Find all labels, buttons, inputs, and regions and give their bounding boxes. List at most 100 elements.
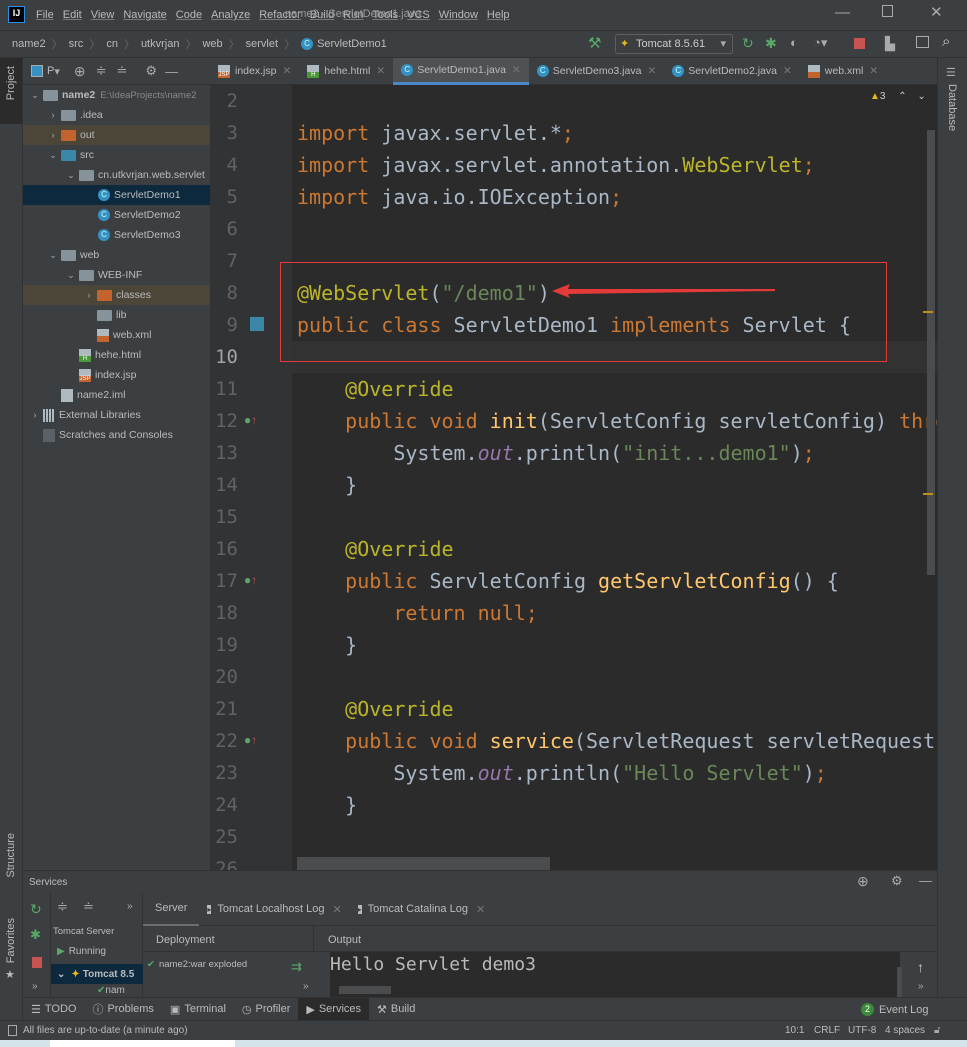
implements-method-icon[interactable]: ●↑ <box>244 573 257 587</box>
code-line[interactable]: import javax.servlet.annotation.WebServl… <box>297 149 815 181</box>
tab-web-xml[interactable]: web.xml ✕ <box>800 58 886 85</box>
menu-file[interactable]: File <box>36 9 54 21</box>
database-tool-button[interactable]: Database <box>946 84 958 131</box>
tree-item-scratches-and-consoles[interactable]: Scratches and Consoles <box>23 425 210 445</box>
tree-item-web[interactable]: ⌄ web <box>23 245 210 265</box>
run-anything-icon[interactable] <box>916 36 929 48</box>
line-separator[interactable]: CRLF <box>814 1025 840 1036</box>
gear-icon[interactable]: ⚙ <box>891 873 903 889</box>
project-structure-icon[interactable]: ▙ <box>885 36 895 52</box>
code-line[interactable]: } <box>297 789 357 821</box>
more-icon[interactable]: » <box>303 981 309 992</box>
tree-item-external-libraries[interactable]: › External Libraries <box>23 405 210 425</box>
code-line[interactable]: } <box>297 629 357 661</box>
close-icon[interactable]: ✕ <box>930 3 943 21</box>
tree-item-cn-utkvrjan-web-servlet[interactable]: ⌄ cn.utkvrjan.web.servlet <box>23 165 210 185</box>
hide-icon[interactable]: — <box>165 64 178 79</box>
rerun-icon[interactable]: ↻ <box>30 901 42 918</box>
file-encoding[interactable]: UTF-8 <box>848 1025 876 1036</box>
tree-item-index-jsp[interactable]: JSP index.jsp <box>23 365 210 385</box>
project-view-select[interactable]: P <box>47 65 54 77</box>
hide-icon[interactable]: — <box>919 873 932 888</box>
close-tab-icon[interactable]: ✕ <box>783 65 792 77</box>
collapse-all-icon[interactable]: ≐ <box>117 63 128 79</box>
tree-item-classes[interactable]: › classes <box>23 285 210 305</box>
breadcrumb-item[interactable]: utkvrjan <box>141 38 180 50</box>
tool-window-services[interactable]: ▶ Services <box>298 997 370 1021</box>
tree-item--idea[interactable]: › .idea <box>23 105 210 125</box>
tree-item-name2-iml[interactable]: name2.iml <box>23 385 210 405</box>
menu-code[interactable]: Code <box>176 9 202 21</box>
scroll-up-icon[interactable]: ↑ <box>917 959 924 975</box>
warnings-indicator[interactable]: ▲3 ⌃ ⌄ <box>870 91 926 102</box>
more-icon[interactable]: » <box>32 981 38 992</box>
tool-window-todo[interactable]: ☰ TODO <box>23 998 84 1021</box>
stop-icon[interactable] <box>854 38 865 49</box>
menu-window[interactable]: Window <box>439 9 478 21</box>
tool-window-terminal[interactable]: ▣ Terminal <box>162 998 234 1021</box>
tab-servletdemo2-java[interactable]: C ServletDemo2.java ✕ <box>664 58 800 85</box>
tree-item-name2[interactable]: ⌄ name2 E:\IdeaProjects\name2 <box>23 85 210 105</box>
code-line[interactable]: System.out.println("Hello Servlet"); <box>297 757 827 789</box>
tab-tomcat-catalina-log[interactable]: ▸ Tomcat Catalina Log ✕ <box>350 893 494 926</box>
tree-item-out[interactable]: › out <box>23 125 210 145</box>
web-servlet-icon[interactable] <box>250 317 264 331</box>
tree-item-src[interactable]: ⌄ src <box>23 145 210 165</box>
services-status-running[interactable]: ▶ Running <box>57 946 106 957</box>
menu-view[interactable]: View <box>91 9 115 21</box>
tab-servletdemo1-java[interactable]: C ServletDemo1.java ✕ <box>393 57 529 85</box>
project-tool-button[interactable]: Project <box>0 58 22 124</box>
vertical-scrollbar[interactable] <box>927 130 935 575</box>
breadcrumb-item[interactable]: src <box>69 38 84 50</box>
rerun-icon[interactable]: ↻ <box>742 35 754 52</box>
indent-setting[interactable]: 4 spaces <box>885 1025 925 1036</box>
structure-tool-button[interactable]: Structure <box>5 833 17 878</box>
tab-hehe-html[interactable]: Hhehe.html ✕ <box>299 58 393 85</box>
implements-method-icon[interactable]: ●↑ <box>244 413 257 427</box>
locate-icon[interactable]: ⊕ <box>74 63 86 80</box>
tree-item-web-inf[interactable]: ⌄ WEB-INF <box>23 265 210 285</box>
lock-icon[interactable]: 🔓︎ <box>934 1025 940 1036</box>
code-line[interactable]: @Override <box>297 373 453 405</box>
code-line[interactable]: import javax.servlet.*; <box>297 117 574 149</box>
tree-item-servletdemo1[interactable]: C ServletDemo1 <box>23 185 210 205</box>
close-tab-icon[interactable]: ✕ <box>512 64 521 76</box>
search-icon[interactable]: ⌕ <box>942 33 950 50</box>
code-line[interactable]: } <box>297 469 357 501</box>
favorites-tool-button[interactable]: Favorites <box>5 918 17 963</box>
code-line[interactable]: System.out.println("init...demo1"); <box>297 437 814 469</box>
output-vscrollbar[interactable] <box>897 967 902 997</box>
tab-servletdemo3-java[interactable]: C ServletDemo3.java ✕ <box>529 58 665 85</box>
stop-icon[interactable] <box>32 957 42 968</box>
tab-tomcat-localhost-log[interactable]: ▸ Tomcat Localhost Log ✕ <box>199 893 349 926</box>
menu-help[interactable]: Help <box>487 9 510 21</box>
code-line[interactable]: public void service(ServletRequest servl… <box>297 725 937 757</box>
tree-item-servletdemo3[interactable]: C ServletDemo3 <box>23 225 210 245</box>
tab-index-jsp[interactable]: JSP index.jsp ✕ <box>210 58 299 85</box>
horizontal-scrollbar[interactable] <box>297 857 550 870</box>
build-hammer-icon[interactable]: ⚒ <box>588 34 601 52</box>
collapse-all-icon[interactable]: ≐ <box>83 899 94 915</box>
breadcrumb-item[interactable]: name2 <box>12 38 46 50</box>
coverage-icon[interactable]: ◐ <box>790 35 798 50</box>
tree-item-web-xml[interactable]: web.xml <box>23 325 210 345</box>
minimize-icon[interactable]: — <box>835 4 850 21</box>
more-icon[interactable]: » <box>918 981 924 992</box>
breadcrumb-item[interactable]: ServletDemo1 <box>317 38 387 50</box>
code-line[interactable]: @Override <box>297 533 453 565</box>
code-line[interactable]: public ServletConfig getServletConfig() … <box>297 565 839 597</box>
implements-method-icon[interactable]: ●↑ <box>244 733 257 747</box>
close-tab-icon[interactable]: ✕ <box>282 65 291 77</box>
deploy-icon[interactable]: ⇉ <box>291 959 302 975</box>
menu-edit[interactable]: Edit <box>63 9 82 21</box>
run-configuration-select[interactable]: ✦ Tomcat 8.5.61 ▾ <box>615 34 733 54</box>
code-line[interactable]: import java.io.IOException; <box>297 181 622 213</box>
services-group-tomcat[interactable]: Tomcat Server <box>53 926 114 937</box>
services-item-tomcat[interactable]: ⌄ ✦ Tomcat 8.5 <box>51 964 143 984</box>
event-log-button[interactable]: 2 Event Log <box>853 998 937 1021</box>
breadcrumb-item[interactable]: web <box>202 38 222 50</box>
code-line[interactable]: @Override <box>297 693 453 725</box>
deployment-item[interactable]: ✔ name2:war exploded <box>147 959 247 970</box>
breadcrumb-item[interactable]: cn <box>106 38 118 50</box>
services-item-artifact[interactable]: ✔ nam <box>97 985 143 996</box>
